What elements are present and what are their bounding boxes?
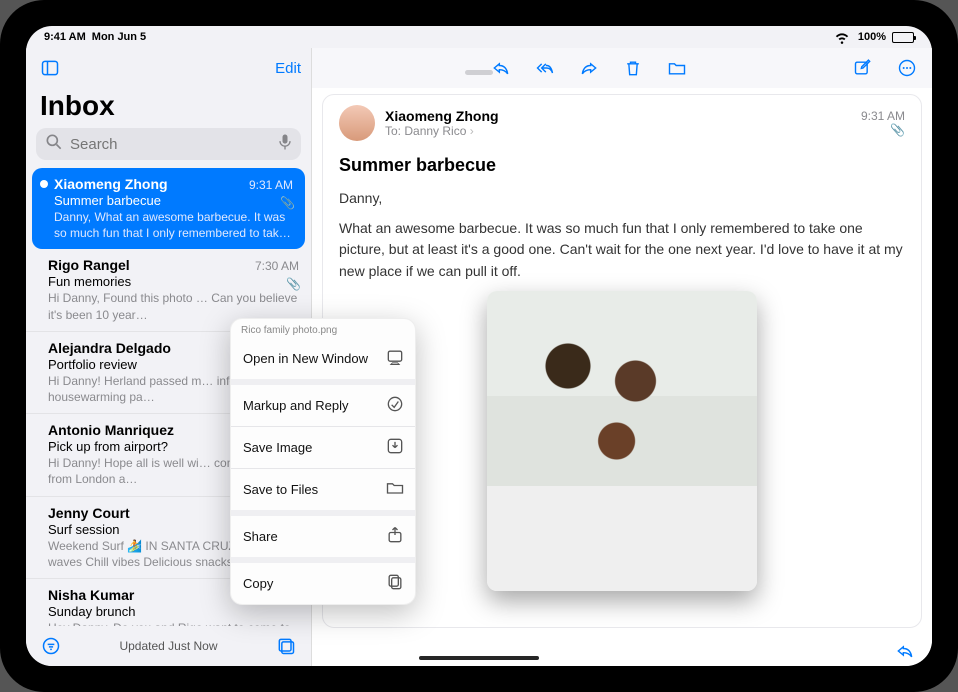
context-menu-item[interactable]: Save Image: [231, 427, 415, 468]
context-menu-title: Rico family photo.png: [231, 319, 415, 338]
multitask-grabber[interactable]: [465, 70, 493, 75]
body-paragraph: Danny,: [339, 188, 905, 210]
copy-icon: [385, 572, 403, 595]
menu-item-label: Open in New Window: [243, 351, 368, 366]
attachment-icon: 📎: [865, 123, 905, 137]
compose-sheet-button[interactable]: [273, 633, 299, 659]
message-row[interactable]: Xiaomeng Zhong 9:31 AM Summer barbecue D…: [32, 168, 305, 249]
message-subject: Summer barbecue: [339, 155, 905, 176]
search-field[interactable]: [36, 128, 301, 160]
message-body[interactable]: Danny, What an awesome barbecue. It was …: [339, 188, 905, 591]
edit-button[interactable]: Edit: [275, 60, 301, 77]
reply-all-button[interactable]: [534, 57, 556, 79]
row-subject: Sunday brunch: [48, 604, 299, 619]
to-label: To:: [385, 124, 401, 138]
mailbox-title: Inbox: [26, 88, 311, 128]
folder-icon: [385, 478, 403, 501]
menu-item-label: Save Image: [243, 440, 312, 455]
search-icon: [44, 132, 64, 156]
context-menu-item[interactable]: Markup and Reply: [231, 385, 415, 426]
ipad-frame: 9:41 AM Mon Jun 5 100% Edit: [0, 0, 958, 692]
status-bar: 9:41 AM Mon Jun 5 100%: [26, 26, 932, 48]
menu-item-label: Share: [243, 529, 278, 544]
context-menu-item[interactable]: Share: [231, 516, 415, 557]
sync-status: Updated Just Now: [119, 639, 217, 653]
quick-reply-button[interactable]: [894, 640, 916, 662]
reply-button[interactable]: [490, 57, 512, 79]
avatar[interactable]: [339, 105, 375, 141]
markup-icon: [385, 394, 403, 417]
menu-item-label: Markup and Reply: [243, 398, 349, 413]
row-sender: Jenny Court: [48, 505, 130, 521]
paperclip-icon: 📎: [286, 277, 301, 291]
body-paragraph: What an awesome barbecue. It was so much…: [339, 218, 905, 283]
message-toolbar: [312, 48, 932, 88]
battery-icon: [892, 32, 914, 43]
row-sender: Alejandra Delgado: [48, 340, 171, 356]
paperclip-icon: 📎: [280, 196, 295, 210]
row-preview: Hey Danny, Do you and Rigo want to come …: [48, 620, 299, 626]
row-sender: Antonio Manriquez: [48, 422, 174, 438]
row-subject: Summer barbecue: [54, 193, 293, 208]
chevron-right-icon[interactable]: ›: [470, 124, 474, 138]
attachment-image[interactable]: [487, 291, 757, 591]
mail-app: Edit Inbox Xiaomeng Zhong 9:31 AM Summer…: [26, 48, 932, 666]
row-preview: Danny, What an awesome barbecue. It was …: [54, 209, 293, 241]
row-subject: Fun memories: [48, 274, 299, 289]
dictation-icon[interactable]: [275, 132, 295, 156]
menu-item-label: Copy: [243, 576, 273, 591]
share-icon: [385, 525, 403, 548]
forward-button[interactable]: [578, 57, 600, 79]
row-sender: Xiaomeng Zhong: [54, 176, 168, 192]
menu-item-label: Save to Files: [243, 482, 318, 497]
window-icon: [385, 347, 403, 370]
row-sender: Nisha Kumar: [48, 587, 134, 603]
screen: 9:41 AM Mon Jun 5 100% Edit: [26, 26, 932, 666]
status-date: Mon Jun 5: [92, 31, 146, 43]
more-button[interactable]: [896, 57, 918, 79]
save-down-icon: [385, 436, 403, 459]
home-indicator[interactable]: [419, 656, 539, 660]
status-time: 9:41 AM: [44, 31, 86, 43]
context-menu-item[interactable]: Save to Files: [231, 469, 415, 510]
row-sender: Rigo Rangel: [48, 257, 130, 273]
unread-dot: [40, 180, 48, 188]
filter-button[interactable]: [38, 633, 64, 659]
search-input[interactable]: [70, 136, 269, 153]
move-button[interactable]: [666, 57, 688, 79]
show-mailboxes-button[interactable]: [36, 54, 64, 82]
row-time: 7:30 AM: [255, 259, 299, 273]
attachment-context-menu: Rico family photo.png Open in New Window…: [230, 318, 416, 605]
row-time: 9:31 AM: [249, 178, 293, 192]
wifi-icon: [832, 26, 852, 49]
context-menu-item[interactable]: Open in New Window: [231, 338, 415, 379]
trash-button[interactable]: [622, 57, 644, 79]
battery-percent: 100%: [858, 31, 886, 43]
compose-button[interactable]: [852, 57, 874, 79]
context-menu-item[interactable]: Copy: [231, 563, 415, 604]
message-time: 9:31 AM: [861, 109, 905, 123]
from-name[interactable]: Xiaomeng Zhong: [385, 108, 851, 124]
to-name[interactable]: Danny Rico: [404, 124, 466, 138]
